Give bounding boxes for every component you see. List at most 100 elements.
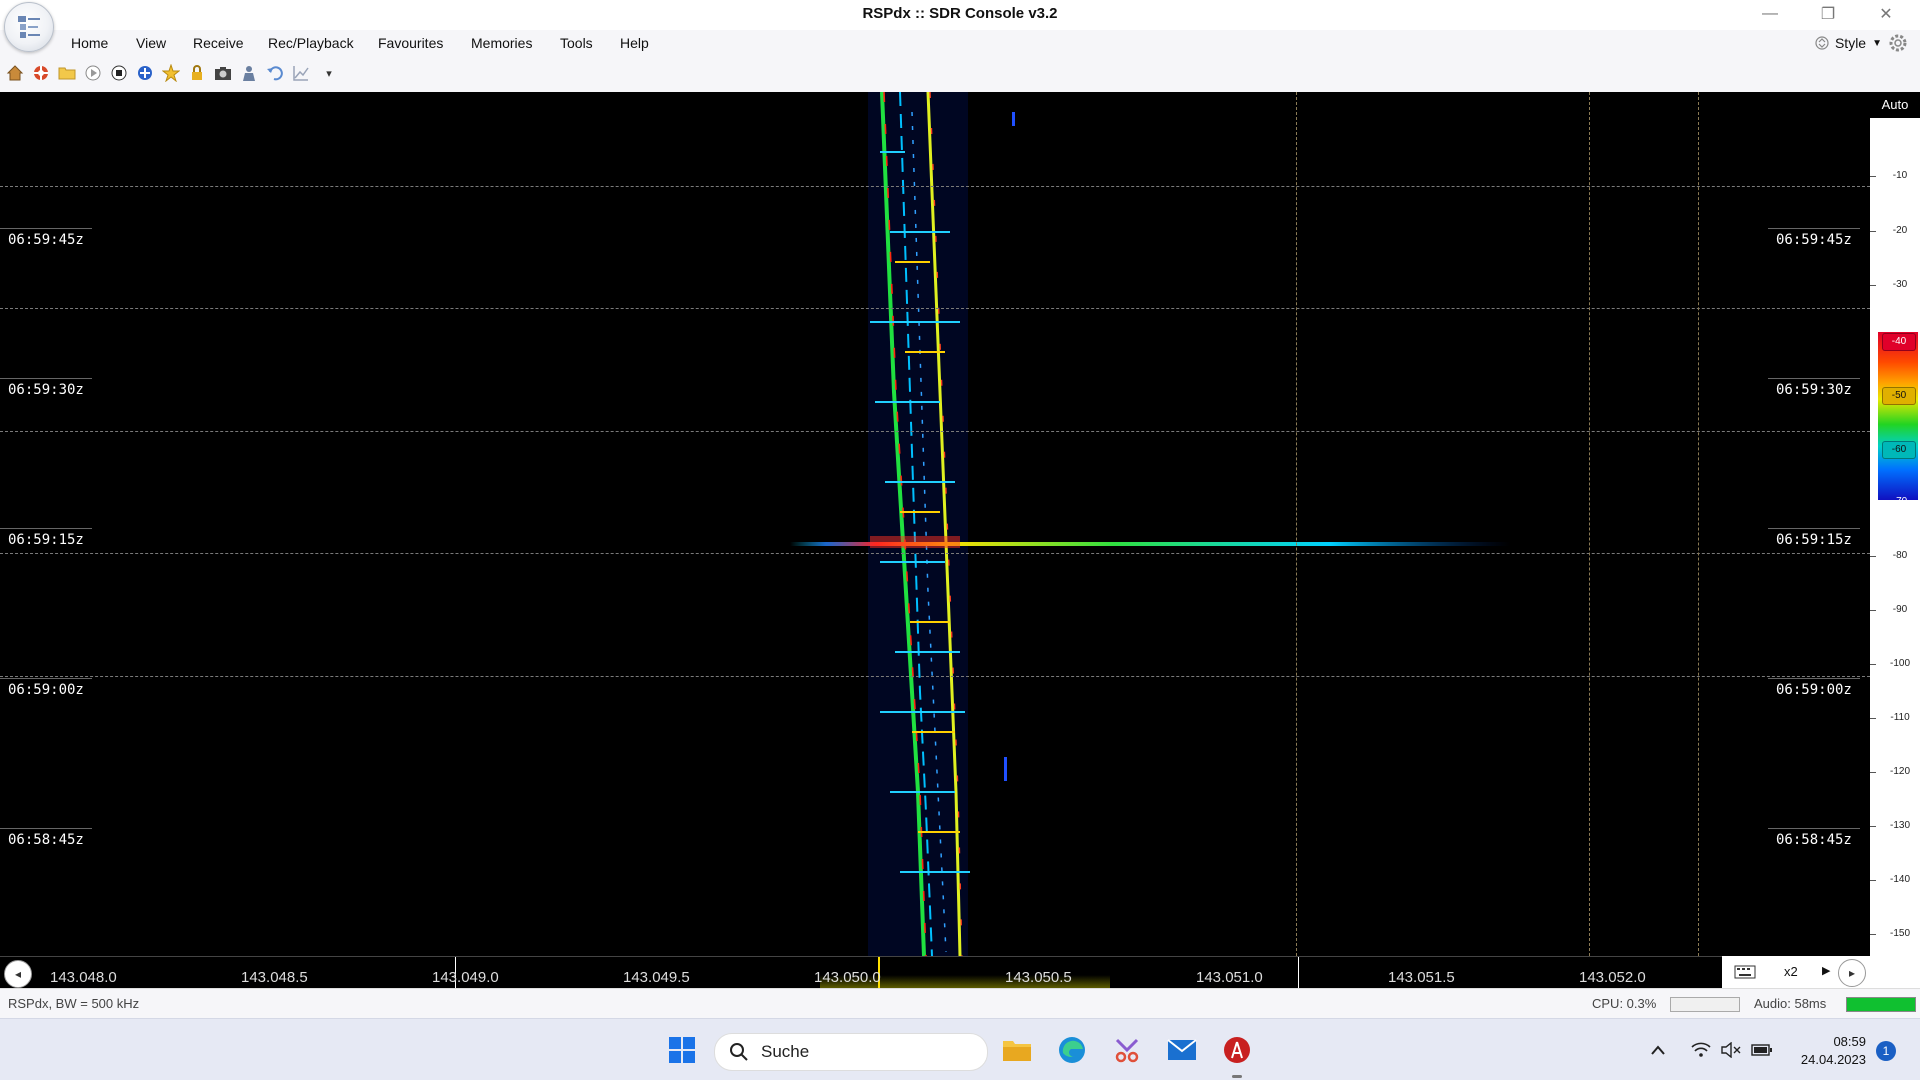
edge-browser-icon[interactable] <box>1054 1032 1090 1068</box>
db-label: -140 <box>1889 874 1910 885</box>
home-icon[interactable] <box>4 62 26 84</box>
restore-button[interactable]: ❐ <box>1800 0 1856 28</box>
time-label-left: 06:59:30z <box>0 378 92 401</box>
freq-label: 143.049.0 <box>432 969 499 986</box>
freq-label: 143.052.0 <box>1579 969 1646 986</box>
snipping-tool-icon[interactable] <box>1109 1032 1145 1068</box>
lock-icon[interactable] <box>186 62 208 84</box>
menu-tools[interactable]: Tools <box>560 35 593 51</box>
gear-icon[interactable] <box>1888 33 1908 53</box>
clock-time: 08:59 <box>1833 1034 1866 1049</box>
menu-memories[interactable]: Memories <box>471 35 532 51</box>
camera-icon[interactable] <box>212 62 234 84</box>
auto-scale-button[interactable]: Auto <box>1870 92 1920 118</box>
freq-label: 143.049.5 <box>623 969 690 986</box>
file-explorer-icon[interactable] <box>999 1032 1035 1068</box>
audio-meter <box>1846 997 1916 1012</box>
app-logo-icon <box>18 16 40 38</box>
undo-icon[interactable] <box>264 62 286 84</box>
folder-icon[interactable] <box>56 62 78 84</box>
scroll-left-button[interactable]: ◂ <box>4 960 32 988</box>
db-badge: -60 <box>1882 441 1916 459</box>
window-title: RSPdx :: SDR Console v3.2 <box>862 5 1058 22</box>
db-label: -10 <box>1892 170 1908 181</box>
time-label-left: 06:59:45z <box>0 228 92 251</box>
db-label: -120 <box>1889 766 1910 777</box>
db-label: -70 <box>1892 496 1908 507</box>
zoom-panel: x2 ▶ ▸ <box>1722 956 1870 988</box>
grid-line <box>1296 92 1297 956</box>
active-app-indicator <box>1232 1075 1242 1078</box>
time-label-right: 06:59:15z <box>1768 528 1860 551</box>
zoom-arrow-icon[interactable]: ▶ <box>1822 964 1830 977</box>
play-icon[interactable] <box>82 62 104 84</box>
db-label: -110 <box>1890 712 1910 723</box>
menu-bar: Home View Receive Rec/Playback Favourite… <box>0 30 1920 58</box>
windows-start-icon[interactable] <box>664 1032 700 1068</box>
keyboard-icon[interactable] <box>1732 962 1758 982</box>
menu-help[interactable]: Help <box>620 35 649 51</box>
menu-home[interactable]: Home <box>71 35 108 51</box>
zoom-level[interactable]: x2 <box>1784 964 1798 979</box>
db-label: -80 <box>1892 550 1908 561</box>
quick-access-toolbar: ▾ <box>0 58 1920 92</box>
sort-icon <box>1815 36 1829 50</box>
style-label: Style <box>1834 35 1867 51</box>
menu-favourites[interactable]: Favourites <box>378 35 443 51</box>
chart-icon[interactable] <box>290 62 312 84</box>
device-status: RSPdx, BW = 500 kHz <box>8 996 140 1011</box>
minimize-button[interactable]: — <box>1742 0 1798 28</box>
time-label-left: 06:59:15z <box>0 528 92 551</box>
stop-icon[interactable] <box>108 62 130 84</box>
time-label-right: 06:59:45z <box>1768 228 1860 251</box>
frequency-axis[interactable]: ◂ 143.048.0 143.048.5 143.049.0 143.049.… <box>0 956 1870 989</box>
db-label: -20 <box>1892 225 1908 236</box>
title-bar: RSPdx :: SDR Console v3.2 — ❐ ✕ <box>0 0 1920 31</box>
toolbar-dropdown-icon[interactable]: ▾ <box>318 62 340 84</box>
system-clock[interactable]: 08:59 24.04.2023 <box>1801 1033 1866 1069</box>
battery-icon[interactable] <box>1748 1032 1776 1068</box>
cpu-meter <box>1670 997 1740 1012</box>
search-placeholder: Suche <box>761 1042 810 1061</box>
wifi-icon[interactable] <box>1688 1032 1714 1068</box>
notification-badge[interactable]: 1 <box>1876 1041 1896 1061</box>
time-label-left: 06:59:00z <box>0 678 92 701</box>
menu-rec-playback[interactable]: Rec/Playback <box>268 35 354 51</box>
db-label: -130 <box>1889 820 1910 831</box>
user-icon[interactable] <box>238 62 260 84</box>
app-menu-button[interactable] <box>4 2 54 52</box>
search-icon <box>730 1043 748 1061</box>
mail-icon[interactable] <box>1164 1032 1200 1068</box>
db-scale[interactable]: Auto -10 -20 -30 -40 -50 -60 -70 -80 -90… <box>1870 92 1920 988</box>
freq-label: 143.048.0 <box>50 969 117 986</box>
time-label-right: 06:59:30z <box>1768 378 1860 401</box>
add-icon[interactable] <box>134 62 156 84</box>
menu-receive[interactable]: Receive <box>193 35 244 51</box>
color-gradient-bar[interactable] <box>1878 332 1918 500</box>
status-bar: RSPdx, BW = 500 kHz CPU: 0.3% Audio: 58m… <box>0 988 1920 1019</box>
scroll-right-button[interactable]: ▸ <box>1838 959 1866 987</box>
lifebuoy-icon[interactable] <box>30 62 52 84</box>
db-label: -100 <box>1889 658 1910 669</box>
star-icon[interactable] <box>160 62 182 84</box>
time-label-left: 06:58:45z <box>0 828 92 851</box>
close-button[interactable]: ✕ <box>1858 0 1914 28</box>
style-selector[interactable]: Style ▼ <box>1815 33 1908 53</box>
freq-label: 143.050.5 <box>1005 969 1072 986</box>
freq-label: 143.051.0 <box>1196 969 1263 986</box>
db-label: -30 <box>1892 279 1908 290</box>
audio-meter-fill <box>1847 998 1915 1011</box>
chevron-up-icon[interactable] <box>1646 1032 1670 1068</box>
db-label: -150 <box>1889 928 1910 939</box>
volume-muted-icon[interactable] <box>1718 1032 1744 1068</box>
grid-line <box>1698 92 1699 956</box>
sdr-console-icon[interactable] <box>1219 1032 1255 1068</box>
taskbar-search[interactable]: Suche <box>714 1033 988 1071</box>
audio-latency: Audio: 58ms <box>1754 996 1827 1011</box>
menu-view[interactable]: View <box>136 35 166 51</box>
cpu-usage: CPU: 0.3% <box>1592 996 1657 1011</box>
db-label: -90 <box>1892 604 1908 615</box>
chevron-down-icon: ▼ <box>1872 37 1882 49</box>
time-label-right: 06:58:45z <box>1768 828 1860 851</box>
waterfall-display[interactable]: 06:59:45z 06:59:30z 06:59:15z 06:59:00z … <box>0 92 1870 956</box>
